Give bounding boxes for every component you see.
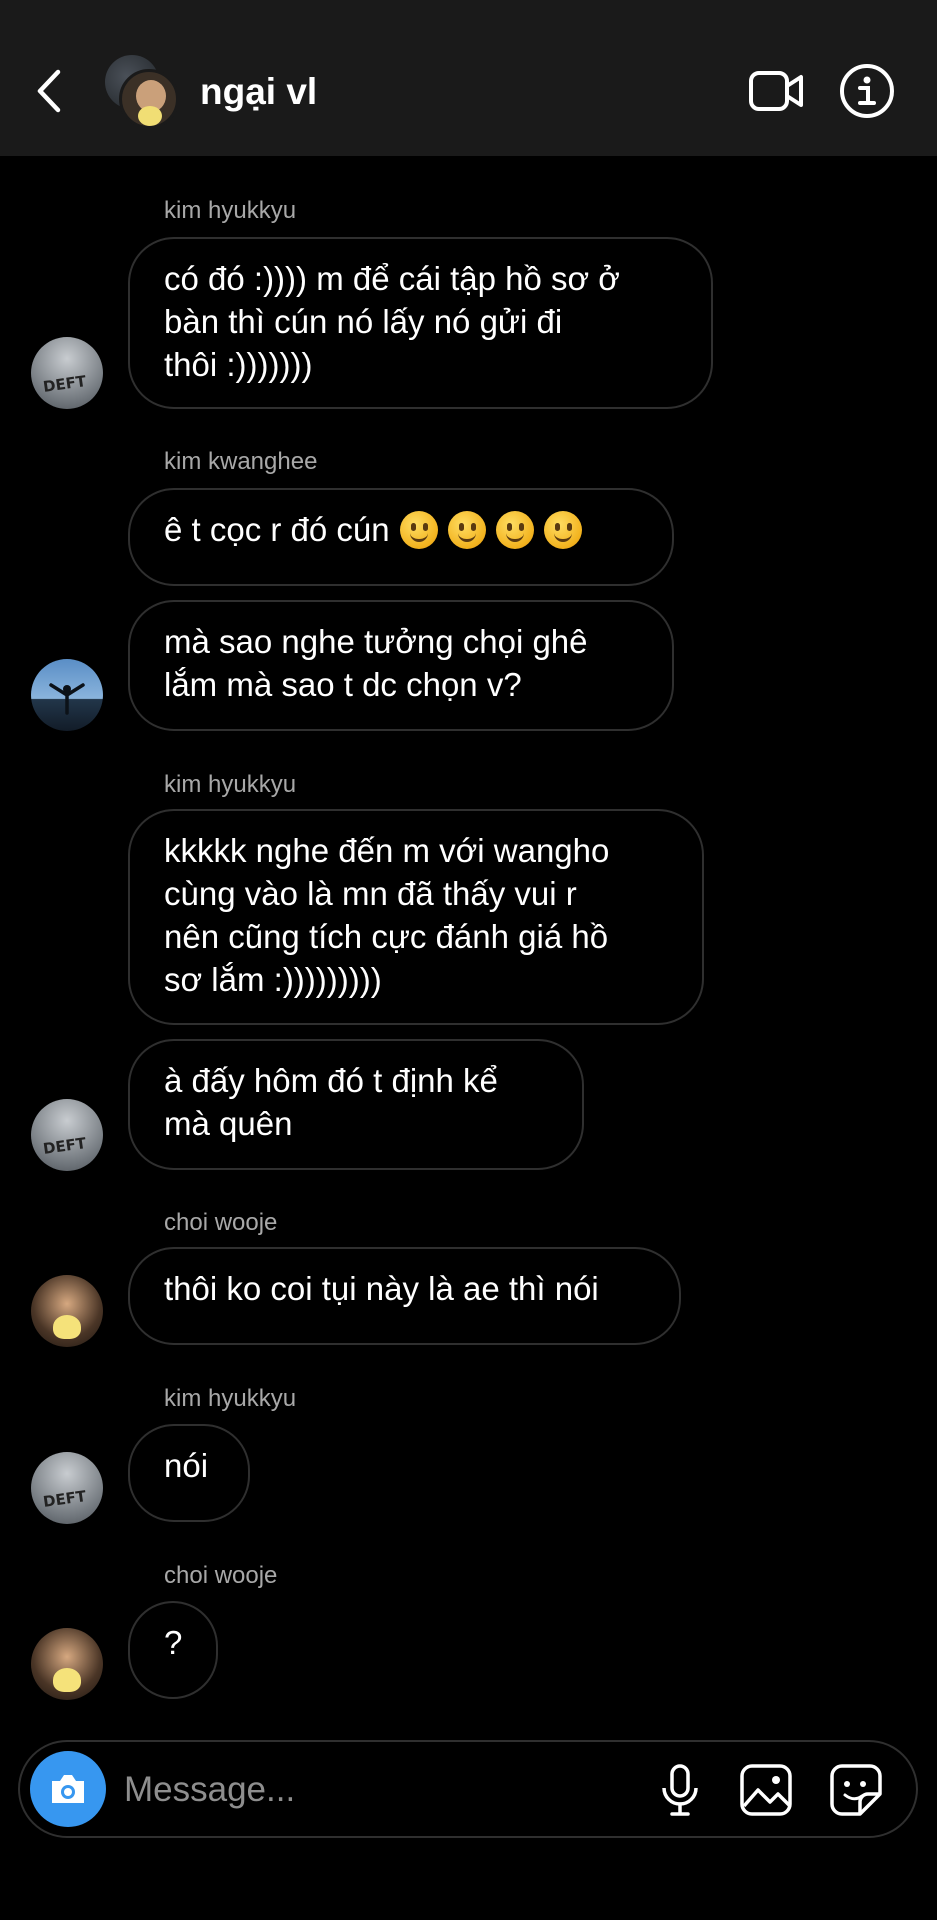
duck-toy [53,1315,81,1339]
info-icon[interactable] [839,63,895,119]
message-text: ê t cọc r đó cún [164,511,390,548]
person-silhouette-icon [49,683,85,715]
chat-header: ngại vl [0,0,937,156]
message-bubble[interactable]: à đấy hôm đó t định kể mà quên [128,1039,584,1170]
message-bubble[interactable]: ê t cọc r đó cún [128,488,674,586]
chevron-left-icon[interactable] [30,64,70,118]
message-bubble[interactable]: mà sao nghe tưởng chọi ghê lắm mà sao t … [128,600,674,731]
message-composer: Message... [18,1740,918,1838]
avatar[interactable] [31,1275,103,1347]
duck-toy [53,1668,81,1692]
slightly-smiling-face-icon [495,511,534,549]
sender-name: choi wooje [164,1209,278,1236]
sender-name: choi wooje [164,1562,278,1589]
avatar[interactable] [31,659,103,731]
sender-name: kim kwanghee [164,448,318,475]
sticker-icon[interactable] [828,1762,884,1818]
sender-name: kim hyukkyu [164,1385,297,1412]
slightly-smiling-face-icon [447,511,486,549]
avatar-logo: DEFT [41,1134,88,1158]
microphone-icon[interactable] [652,1762,708,1818]
avatar[interactable]: DEFT [31,1452,103,1524]
message-bubble[interactable]: có đó :)))) m để cái tập hồ sơ ở bàn thì… [128,237,713,409]
avatar[interactable]: DEFT [31,337,103,409]
avatar[interactable] [31,1628,103,1700]
image-icon[interactable] [738,1762,794,1818]
video-camera-icon[interactable] [748,68,804,114]
message-bubble[interactable]: ? [128,1601,218,1699]
avatar-front [119,69,179,129]
slightly-smiling-face-icon [543,511,582,549]
camera-button[interactable] [30,1751,106,1827]
message-bubble[interactable]: kkkkk nghe đến m với wangho cùng vào là … [128,809,704,1025]
avatar-logo: DEFT [41,372,88,396]
message-bubble[interactable]: nói [128,1424,250,1522]
message-bubble[interactable]: thôi ko coi tụi này là ae thì nói [128,1247,681,1345]
slightly-smiling-face-icon [399,511,438,549]
chat-title[interactable]: ngại vl [200,70,317,114]
group-avatar[interactable] [105,55,179,129]
message-input[interactable]: Message... [124,1770,295,1810]
sender-name: kim hyukkyu [164,197,297,224]
camera-icon [52,1775,84,1803]
avatar[interactable]: DEFT [31,1099,103,1171]
avatar-logo: DEFT [41,1487,88,1511]
sender-name: kim hyukkyu [164,771,297,798]
